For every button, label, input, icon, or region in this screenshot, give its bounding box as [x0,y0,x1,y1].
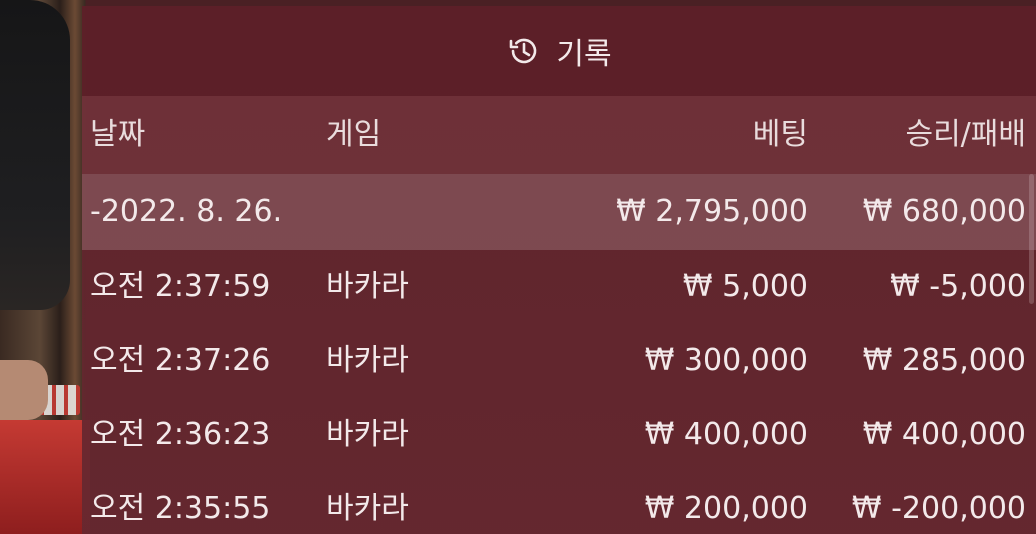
scrollbar[interactable] [1029,174,1034,304]
column-header-bet[interactable]: 베팅 [753,96,808,174]
row-time: 오전 2:37:26 [90,343,271,378]
row-time: 오전 2:37:59 [90,269,271,304]
summary-date: -2022. 8. 26. [90,194,283,229]
row-game: 바카라 [326,269,409,304]
column-header-winloss[interactable]: 승리/패배 [905,96,1026,174]
row-winloss: ₩ -5,000 [890,269,1026,304]
row-game: 바카라 [326,491,409,526]
history-icon [510,38,537,64]
dealer-hand-image [0,360,48,420]
date-summary-row[interactable]: -2022. 8. 26. ₩ 2,795,000 ₩ 680,000 [82,174,1036,250]
history-row[interactable]: 오전 2:37:59 바카라 ₩ 5,000 ₩ -5,000 [82,250,1036,324]
row-winloss: ₩ 285,000 [862,343,1026,378]
history-row[interactable]: 오전 2:37:26 바카라 ₩ 300,000 ₩ 285,000 [82,324,1036,398]
row-game: 바카라 [326,417,409,452]
row-bet: ₩ 200,000 [644,491,808,526]
row-bet: ₩ 5,000 [682,269,808,304]
row-time: 오전 2:35:55 [90,491,271,526]
row-game: 바카라 [326,343,409,378]
summary-winloss: ₩ 680,000 [862,194,1026,229]
history-row[interactable]: 오전 2:35:55 바카라 ₩ 200,000 ₩ -200,000 [82,472,1036,534]
row-winloss: ₩ -200,000 [851,491,1026,526]
column-header-date[interactable]: 날짜 [90,96,145,174]
row-bet: ₩ 300,000 [644,343,808,378]
panel-title: 기록 [556,37,612,72]
history-row[interactable]: 오전 2:36:23 바카라 ₩ 400,000 ₩ 400,000 [82,398,1036,472]
row-bet: ₩ 400,000 [644,417,808,452]
row-winloss: ₩ 400,000 [862,417,1026,452]
column-header-row: 날짜 게임 베팅 승리/패배 [82,96,1036,174]
history-panel: 기록 날짜 게임 베팅 승리/패배 -2022. 8. 26. ₩ 2,795,… [82,6,1036,534]
panel-header: 기록 [82,6,1036,96]
row-time: 오전 2:36:23 [90,417,271,452]
summary-bet: ₩ 2,795,000 [616,194,808,229]
dealer-image [0,0,70,310]
table-image [0,420,90,534]
column-header-game[interactable]: 게임 [326,96,381,174]
